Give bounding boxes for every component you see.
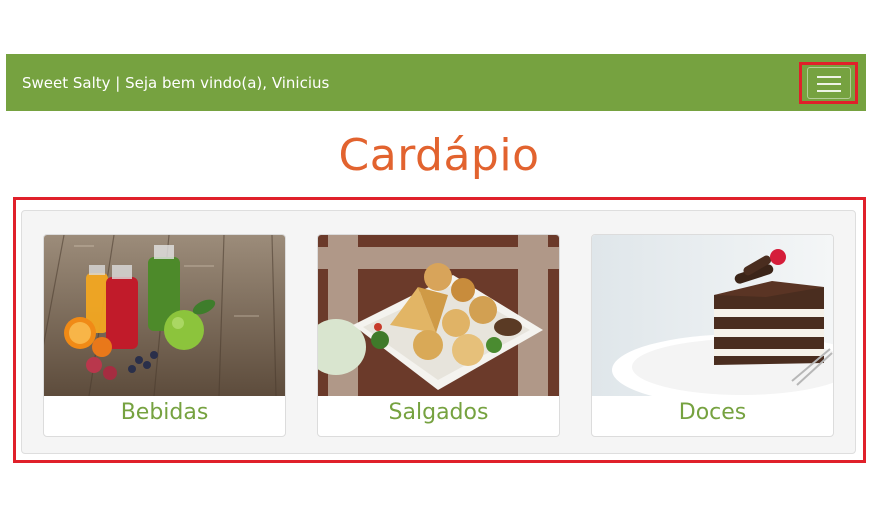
category-card-salgados[interactable]: Salgados [317, 234, 560, 437]
page-title: Cardápio [338, 130, 540, 181]
juices-fruit-photo [44, 235, 285, 396]
savory-snacks-photo [318, 235, 559, 396]
hamburger-menu-button[interactable] [807, 67, 851, 99]
category-card-bebidas[interactable]: Bebidas [43, 234, 286, 437]
category-label[interactable]: Doces [592, 396, 833, 436]
chocolate-cake-photo [592, 235, 833, 396]
category-label[interactable]: Salgados [318, 396, 559, 436]
category-card-doces[interactable]: Doces [591, 234, 834, 437]
top-navbar: Sweet Salty | Seja bem vindo(a), Viniciu… [6, 54, 866, 111]
brand-welcome-text[interactable]: Sweet Salty | Seja bem vindo(a), Viniciu… [22, 73, 329, 93]
hamburger-menu-icon-bar [817, 90, 841, 92]
page: Sweet Salty | Seja bem vindo(a), Viniciu… [0, 0, 878, 518]
hamburger-menu-icon [817, 76, 841, 78]
category-label[interactable]: Bebidas [44, 396, 285, 436]
hamburger-menu-icon-bar [817, 83, 841, 85]
